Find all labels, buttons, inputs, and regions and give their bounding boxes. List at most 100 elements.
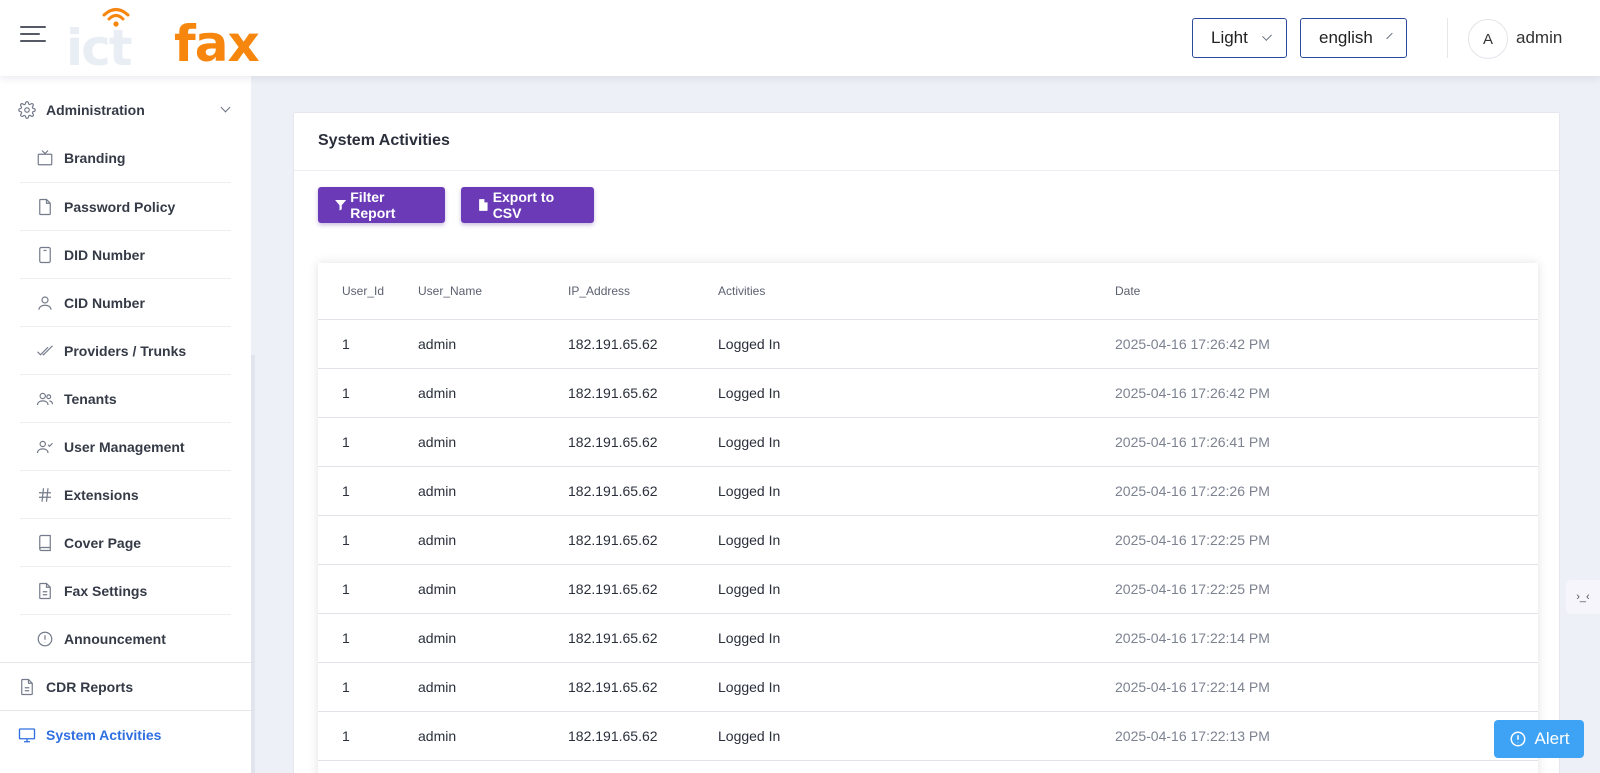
cell-user-name: admin — [394, 417, 544, 467]
cell-activity: Logged In — [694, 711, 1091, 761]
filter-report-button[interactable]: Filter Report — [318, 187, 445, 223]
cell-date: 2025-04-16 17:22:14 PM — [1091, 613, 1538, 663]
cell-activity: Logged In — [694, 319, 1091, 369]
table-row: 1 admin 182.191.65.62 Logged In 2025-04-… — [318, 515, 1538, 565]
cell-ip-address: 182.191.65.62 — [544, 417, 694, 467]
sidebar-item-password-policy[interactable]: Password Policy — [20, 182, 231, 230]
cell-user-name: admin — [394, 662, 544, 712]
sidebar-item-label: Providers / Trunks — [64, 342, 187, 359]
column-header-activities[interactable]: Activities — [694, 263, 1091, 320]
filter-report-label: Filter Report — [350, 189, 396, 221]
cell-user-name: admin — [394, 466, 544, 516]
sidebar-item-branding[interactable]: Branding — [20, 134, 231, 182]
avatar[interactable]: A — [1468, 19, 1508, 59]
cell-activity: Logged In — [694, 613, 1091, 663]
top-header: ict fax Light english A admin — [0, 0, 1600, 76]
cell-user-id: 1 — [318, 515, 394, 565]
table-row: 1 admin 182.191.65.62 Logged In 2025-04-… — [318, 564, 1538, 614]
avatar-initial: A — [1482, 30, 1493, 48]
logo-text: fax — [174, 15, 260, 73]
sidebar-item-label: Cover Page — [64, 534, 142, 551]
table-header-row: User_Id User_Name IP_Address Activities … — [318, 263, 1538, 320]
card-divider — [294, 170, 1559, 171]
sidebar-item-cid-number[interactable]: CID Number — [20, 278, 231, 326]
sidebar-item-fax-settings[interactable]: Fax Settings — [20, 566, 231, 614]
sidebar-item-administration[interactable]: Administration — [0, 86, 251, 134]
cell-user-id: 1 — [318, 466, 394, 516]
column-header-user-id[interactable]: User_Id — [318, 263, 394, 320]
sidebar-item-extensions[interactable]: Extensions — [20, 470, 231, 518]
cell-date: 2025-04-16 17:22:14 PM — [1091, 662, 1538, 712]
sidebar-item-label: User Management — [64, 438, 185, 455]
theme-select[interactable]: Light — [1192, 18, 1287, 58]
cell-user-name: admin — [394, 368, 544, 418]
column-header-ip-address[interactable]: IP_Address — [544, 263, 694, 320]
sidebar-scrollbar[interactable] — [251, 355, 255, 773]
logo-faded-text: ict — [66, 19, 133, 77]
double-check-icon — [36, 342, 54, 360]
cell-date: 2025-04-16 17:26:42 PM — [1091, 368, 1538, 418]
sidebar-item-cdr-reports[interactable]: CDR Reports — [0, 663, 251, 711]
user-check-icon — [36, 438, 54, 456]
system-activities-card: System Activities Filter Report Export t… — [293, 112, 1560, 773]
column-header-date[interactable]: Date — [1091, 263, 1538, 320]
hash-icon — [36, 486, 54, 504]
cell-date: 2025-04-16 17:22:25 PM — [1091, 564, 1538, 614]
sidebar-item-announcement[interactable]: Announcement — [20, 614, 231, 662]
wifi-icon — [102, 8, 130, 27]
monitor-icon — [18, 726, 36, 744]
cell-user-id: 1 — [318, 368, 394, 418]
gear-icon — [18, 101, 36, 119]
sidebar-item-label: Fax Settings — [64, 582, 148, 599]
cell-user-name: admin — [394, 319, 544, 369]
cell-activity: Logged In — [694, 368, 1091, 418]
file-icon — [479, 199, 488, 211]
export-csv-button[interactable]: Export to CSV — [461, 187, 594, 223]
column-header-user-name[interactable]: User_Name — [394, 263, 544, 320]
sidebar-item-label: Announcement — [64, 630, 166, 647]
chevron-down-icon — [1386, 32, 1393, 40]
customizer-toggle[interactable]: ›_‹ — [1566, 580, 1600, 614]
table-row: 1 admin 182.191.65.62 Logged In 2025-04-… — [318, 417, 1538, 467]
cell-activity: Logged In — [694, 515, 1091, 565]
language-select[interactable]: english — [1300, 18, 1407, 58]
file-text-icon — [36, 582, 54, 600]
export-csv-label: Export to CSV — [492, 189, 555, 221]
filter-icon — [335, 200, 347, 211]
sidebar-item-cover-page[interactable]: Cover Page — [20, 518, 231, 566]
chevron-down-icon — [220, 102, 231, 113]
language-select-value: english — [1319, 28, 1373, 47]
sidebar-item-user-management[interactable]: User Management — [20, 422, 231, 470]
cell-user-id: 1 — [318, 319, 394, 369]
sidebar-item-label: CID Number — [64, 294, 145, 311]
alert-circle-icon — [1510, 731, 1526, 747]
sidebar-item-providers-trunks[interactable]: Providers / Trunks — [20, 326, 231, 374]
cell-user-name: admin — [394, 613, 544, 663]
cell-user-name: admin — [394, 711, 544, 761]
sidebar-item-label: Extensions — [64, 486, 139, 503]
cell-user-name: admin — [394, 564, 544, 614]
cell-user-id: 1 — [318, 613, 394, 663]
file-text-icon — [18, 678, 36, 696]
cell-ip-address: 182.191.65.62 — [544, 662, 694, 712]
alert-circle-icon — [36, 630, 54, 648]
sidebar-item-label: Administration — [46, 102, 145, 118]
sidebar-item-did-number[interactable]: DID Number — [20, 230, 231, 278]
cell-date: 2025-04-16 17:22:13 PM — [1091, 711, 1538, 761]
cell-date: 2025-04-16 17:26:41 PM — [1091, 417, 1538, 467]
sidebar-item-label: DID Number — [64, 246, 145, 263]
cell-date: 2025-04-16 17:22:25 PM — [1091, 515, 1538, 565]
tablet-icon — [36, 246, 54, 264]
app-logo[interactable]: ict fax — [66, 6, 280, 76]
cell-activity: Logged In — [694, 466, 1091, 516]
document-icon — [36, 198, 54, 216]
sidebar-item-system-activities[interactable]: System Activities — [0, 711, 251, 759]
cell-activity: Logged In — [694, 564, 1091, 614]
hamburger-menu-icon[interactable] — [20, 26, 46, 50]
cell-date: 2025-04-16 17:22:26 PM — [1091, 466, 1538, 516]
cell-ip-address: 182.191.65.62 — [544, 613, 694, 663]
cell-date: 2025-04-16 17:26:42 PM — [1091, 319, 1538, 369]
username[interactable]: admin — [1516, 28, 1562, 48]
sidebar-item-tenants[interactable]: Tenants — [20, 374, 231, 422]
alert-button[interactable]: Alert — [1494, 720, 1584, 758]
